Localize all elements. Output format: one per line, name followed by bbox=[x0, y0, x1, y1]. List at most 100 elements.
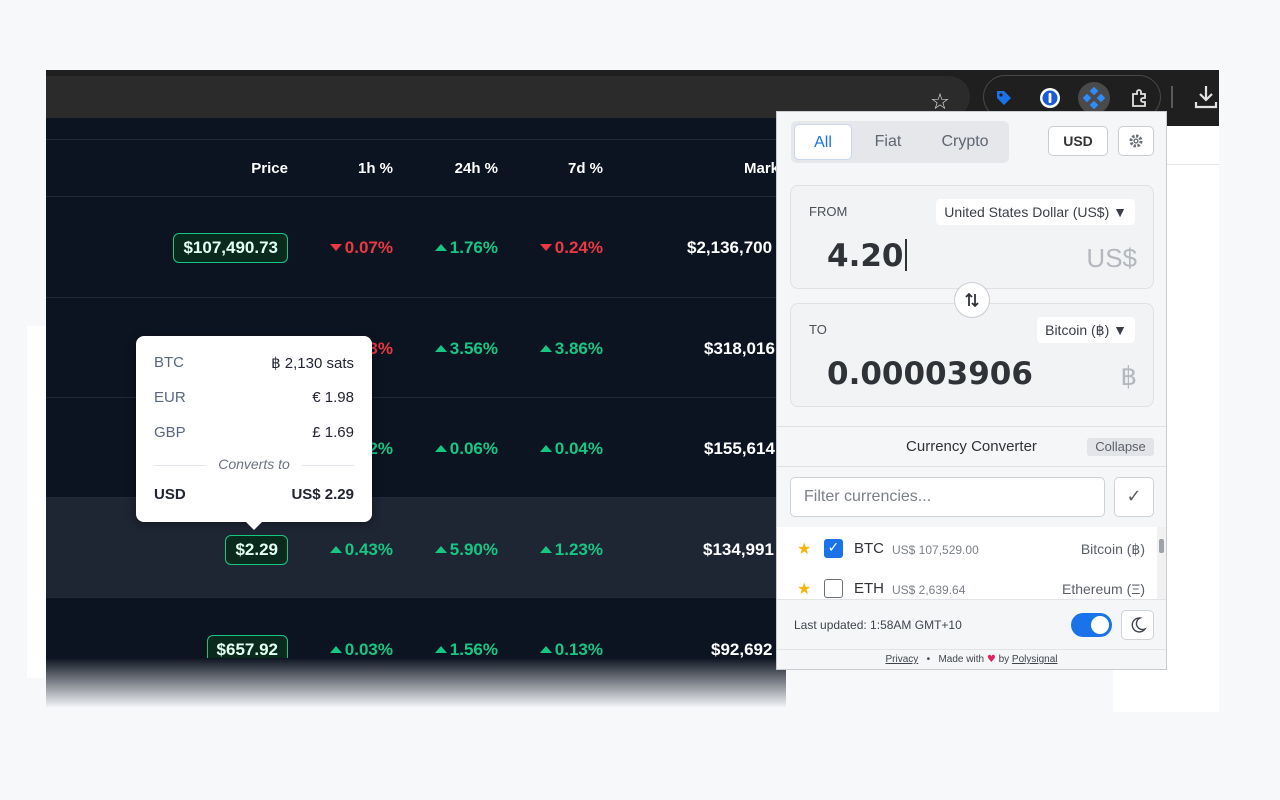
collapse-button[interactable]: Collapse bbox=[1087, 438, 1154, 456]
price-value[interactable]: $2.29 bbox=[225, 535, 288, 565]
arrow-up-icon bbox=[434, 445, 447, 452]
privacy-link[interactable]: Privacy bbox=[885, 654, 918, 665]
filter-currencies-input[interactable]: Filter currencies... bbox=[790, 477, 1105, 517]
download-icon[interactable] bbox=[1192, 82, 1220, 112]
currency-code: ETH bbox=[854, 580, 884, 597]
base-currency-button[interactable]: USD bbox=[1048, 126, 1108, 156]
col-1h[interactable]: 1h % bbox=[358, 160, 393, 177]
change-24h: 1.56% bbox=[434, 640, 498, 660]
currency-checkbox[interactable] bbox=[824, 579, 843, 598]
tooltip-divider: Converts to bbox=[154, 456, 354, 474]
arrow-down-icon bbox=[329, 244, 342, 251]
tooltip-row: EUR € 1.98 bbox=[154, 389, 354, 411]
toggle-knob bbox=[1091, 616, 1109, 634]
tooltip-value: US$ 2.29 bbox=[291, 486, 354, 503]
from-currency-select[interactable]: United States Dollar (US$) ▼ bbox=[936, 199, 1135, 225]
moon-icon bbox=[1131, 617, 1147, 633]
tooltip-value: € 1.98 bbox=[312, 389, 354, 406]
change-24h: 3.56% bbox=[434, 339, 498, 359]
currency-converter-icon[interactable] bbox=[1078, 82, 1110, 114]
currency-list: ★ ✓ BTC US$ 107,529.00 Bitcoin (฿) ★ ETH… bbox=[777, 527, 1166, 599]
puzzle-icon[interactable] bbox=[1124, 82, 1156, 114]
col-7d[interactable]: 7d % bbox=[568, 160, 603, 177]
from-card: FROM United States Dollar (US$) ▼ 4.20 U… bbox=[790, 185, 1154, 289]
tooltip-code: EUR bbox=[154, 389, 186, 406]
dark-mode-button[interactable] bbox=[1121, 610, 1154, 640]
last-updated-text: Last updated: 1:58AM GMT+10 bbox=[794, 618, 962, 632]
currency-price: US$ 2,639.64 bbox=[892, 583, 966, 597]
divider-line bbox=[302, 465, 354, 466]
credits-dot: • bbox=[926, 654, 931, 665]
favorite-star-icon[interactable]: ★ bbox=[797, 539, 811, 558]
currency-code: BTC bbox=[854, 540, 884, 557]
change-24h: 0.06% bbox=[434, 439, 498, 459]
table-header: Price 1h % 24h % 7d % Mark bbox=[46, 140, 786, 197]
swap-button[interactable] bbox=[954, 282, 990, 318]
password-manager-icon[interactable] bbox=[1034, 82, 1066, 114]
market-cap: $134,991 bbox=[703, 540, 774, 559]
scrollbar-thumb[interactable] bbox=[1159, 539, 1164, 553]
arrow-down-icon bbox=[539, 244, 552, 251]
change-7d: 0.13% bbox=[539, 640, 603, 660]
from-amount-input[interactable]: 4.20 bbox=[827, 238, 907, 274]
tooltip-target-row: USD US$ 2.29 bbox=[154, 486, 354, 508]
market-cap: $155,614 bbox=[704, 439, 775, 458]
arrow-up-icon bbox=[434, 546, 447, 553]
divider bbox=[777, 426, 1166, 427]
market-cap: $92,692 bbox=[711, 640, 773, 659]
arrow-up-icon bbox=[434, 345, 447, 352]
tag-extension-icon[interactable] bbox=[988, 82, 1020, 114]
to-amount: 0.00003906 bbox=[827, 356, 1033, 392]
from-unit: US$ bbox=[1086, 243, 1137, 273]
arrow-up-icon bbox=[539, 345, 552, 352]
table-row[interactable]: $107,490.73 0.07% 1.76% 0.24% $2,136,700 bbox=[46, 198, 786, 298]
list-item[interactable]: ★ ETH US$ 2,639.64 Ethereum (Ξ) bbox=[777, 571, 1157, 599]
auto-update-toggle[interactable] bbox=[1071, 613, 1112, 637]
credits-bar: Privacy • Made with ♥ by Polysignal bbox=[777, 649, 1166, 669]
select-all-button[interactable]: ✓ bbox=[1114, 477, 1154, 517]
tab-all[interactable]: All bbox=[794, 124, 852, 160]
toolbar-separator bbox=[1171, 86, 1173, 108]
arrow-up-icon bbox=[434, 646, 447, 653]
tooltip-value: £ 1.69 bbox=[312, 424, 354, 441]
by-text: by bbox=[998, 654, 1010, 665]
price-value[interactable]: $107,490.73 bbox=[173, 233, 288, 263]
change-7d: 0.04% bbox=[539, 439, 603, 459]
change-7d: 0.24% bbox=[539, 238, 603, 258]
to-unit: ฿ bbox=[1120, 361, 1137, 391]
tooltip-row: GBP £ 1.69 bbox=[154, 424, 354, 446]
settings-button[interactable] bbox=[1118, 126, 1154, 156]
to-label: TO bbox=[809, 322, 827, 337]
favorite-star-icon[interactable]: ★ bbox=[797, 579, 811, 598]
change-1h: 0.43% bbox=[329, 540, 393, 560]
author-link[interactable]: Polysignal bbox=[1012, 654, 1058, 665]
heart-icon: ♥ bbox=[986, 654, 996, 665]
to-currency-select[interactable]: Bitcoin (฿) ▼ bbox=[1037, 317, 1135, 343]
tooltip-code: USD bbox=[154, 486, 186, 503]
arrow-up-icon bbox=[539, 546, 552, 553]
list-scrollbar[interactable] bbox=[1157, 527, 1166, 599]
arrow-up-icon bbox=[329, 646, 342, 653]
table-top-band bbox=[46, 118, 786, 140]
tooltip-value: ฿ 2,130 sats bbox=[271, 355, 354, 372]
tab-fiat[interactable]: Fiat bbox=[857, 124, 919, 160]
arrow-up-icon bbox=[434, 244, 447, 251]
col-24h[interactable]: 24h % bbox=[455, 160, 498, 177]
market-cap: $318,016 bbox=[704, 339, 775, 358]
from-label: FROM bbox=[809, 204, 848, 219]
table-fade bbox=[46, 658, 786, 708]
col-market-cap[interactable]: Mark bbox=[744, 160, 779, 177]
change-24h: 1.76% bbox=[434, 238, 498, 258]
currency-checkbox[interactable]: ✓ bbox=[824, 539, 843, 558]
col-price[interactable]: Price bbox=[251, 160, 288, 177]
tab-crypto[interactable]: Crypto bbox=[925, 124, 1005, 160]
currency-name: Bitcoin (฿) bbox=[1080, 541, 1145, 557]
list-item[interactable]: ★ ✓ BTC US$ 107,529.00 Bitcoin (฿) bbox=[777, 531, 1157, 571]
change-7d: 1.23% bbox=[539, 540, 603, 560]
change-7d: 3.86% bbox=[539, 339, 603, 359]
arrow-up-icon bbox=[539, 646, 552, 653]
conversion-tooltip: BTC ฿ 2,130 sats EUR € 1.98 GBP £ 1.69 C… bbox=[136, 336, 372, 530]
tooltip-code: GBP bbox=[154, 424, 186, 441]
arrow-up-icon bbox=[539, 445, 552, 452]
currency-converter-popup: All Fiat Crypto USD FROM United States D… bbox=[776, 111, 1167, 670]
